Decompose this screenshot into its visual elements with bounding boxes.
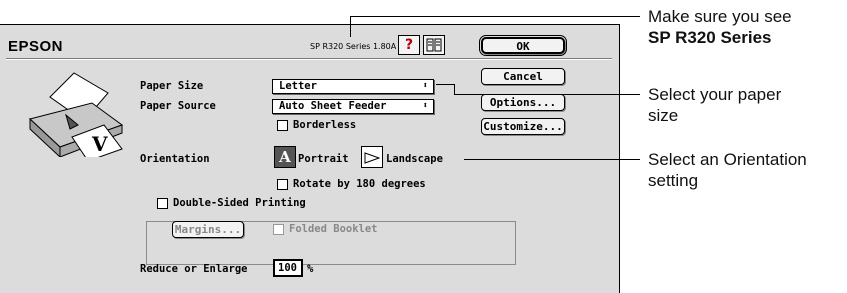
folded-booklet-checkbox[interactable]: Folded Booklet [273,223,378,235]
margins-button[interactable]: Margins... [172,221,244,238]
reduce-enlarge-label: Reduce or Enlarge [140,263,248,275]
landscape-label[interactable]: Landscape [386,153,443,165]
portrait-label[interactable]: Portrait [298,153,349,165]
help-icon[interactable]: ? [398,35,420,55]
callout-version: Make sure you see SP R320 Series [648,7,792,47]
illustration-letter: V [91,132,108,156]
percent-unit-label: % [307,263,314,275]
customize-button[interactable]: Customize... [481,118,565,135]
header-divider [6,58,612,60]
options-button[interactable]: Options... [481,94,565,111]
ok-button[interactable]: OK [479,35,567,56]
rotate-180-checkbox[interactable]: Rotate by 180 degrees [277,178,426,190]
landscape-icon[interactable] [361,146,383,168]
paper-size-select[interactable]: Letter ⬍ [272,79,434,94]
popup-arrows-icon: ⬍ [422,101,428,111]
checkbox-box[interactable] [273,223,284,235]
checkbox-box[interactable] [157,197,168,209]
printer-version-label: SP R320 Series 1.80A [310,42,397,51]
epson-logo: EPSON [8,38,64,55]
paper-source-select[interactable]: Auto Sheet Feeder ⬍ [272,99,434,114]
popup-arrows-icon: ⬍ [422,81,428,91]
callout-orientation: Select an Orientation setting [648,150,807,190]
callout-line-paper-size-vertical [454,84,455,94]
printer-utility-icon[interactable] [423,35,445,55]
callout-line-paper-size [454,94,640,95]
cancel-button[interactable]: Cancel [481,68,565,85]
callout-line-paper-size-stub [436,84,454,85]
printer-illustration: V [28,72,124,157]
checkbox-box[interactable] [277,119,288,131]
callout-line-orientation [464,159,640,160]
reduce-enlarge-input[interactable]: 100 [273,259,303,277]
portrait-icon[interactable]: A [274,146,296,168]
borderless-checkbox[interactable]: Borderless [277,119,356,131]
double-sided-checkbox[interactable]: Double-Sided Printing [154,197,309,209]
paper-source-label: Paper Source [140,100,216,112]
callout-line-version [350,16,640,17]
paper-size-label: Paper Size [140,80,204,92]
callout-paper-size: Select your paper size [648,85,782,125]
checkbox-box[interactable] [277,178,288,190]
callout-line-version-vertical [350,16,351,37]
orientation-label: Orientation [140,153,210,165]
